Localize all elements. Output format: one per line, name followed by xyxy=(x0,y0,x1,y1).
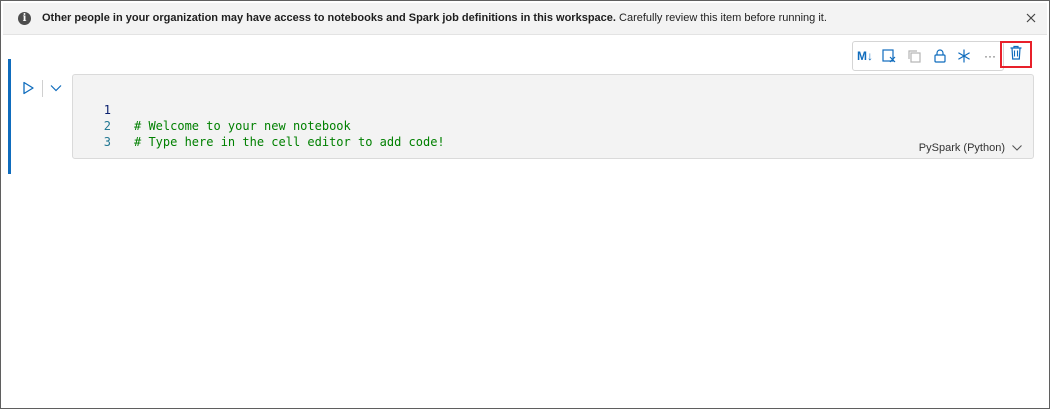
cell-toolbar-group: M↓ ··· xyxy=(852,41,1004,71)
markdown-toggle-icon[interactable]: M↓ xyxy=(856,47,874,65)
code-text[interactable]: # Welcome to your new notebook xyxy=(134,118,351,134)
chevron-down-icon xyxy=(1011,142,1023,154)
banner-message: Other people in your organization may ha… xyxy=(42,12,827,24)
more-label: ··· xyxy=(984,49,996,63)
language-label: PySpark (Python) xyxy=(918,142,1005,154)
copy-cell-icon[interactable] xyxy=(905,47,923,65)
banner-message-bold: Other people in your organization may ha… xyxy=(42,12,616,24)
info-icon: i xyxy=(18,12,31,25)
banner-message-rest: Carefully review this item before runnin… xyxy=(615,12,827,24)
notebook-frame: i Other people in your organization may … xyxy=(0,0,1050,409)
code-line: 3 xyxy=(73,118,131,149)
select-cell-icon[interactable] xyxy=(880,47,898,65)
run-cell-icon[interactable] xyxy=(21,81,35,95)
gutter-divider xyxy=(42,80,43,97)
lock-icon[interactable] xyxy=(931,47,949,65)
markdown-label: M↓ xyxy=(857,49,873,63)
code-line: 1 # Welcome to your new notebook xyxy=(73,86,351,133)
code-editor[interactable]: 1 # Welcome to your new notebook 2 # Typ… xyxy=(72,74,1034,159)
freeze-icon[interactable] xyxy=(955,47,973,65)
code-lines: 1 # Welcome to your new notebook 2 # Typ… xyxy=(73,86,445,149)
chevron-down-icon[interactable] xyxy=(49,81,63,95)
delete-icon xyxy=(1008,44,1024,66)
delete-cell-button[interactable] xyxy=(1000,41,1032,68)
warning-banner: i Other people in your organization may … xyxy=(3,3,1047,35)
code-line: 2 # Type here in the cell editor to add … xyxy=(73,102,445,149)
more-options-icon[interactable]: ··· xyxy=(981,47,999,65)
close-icon[interactable] xyxy=(1023,10,1039,26)
code-text[interactable]: # Type here in the cell editor to add co… xyxy=(134,134,445,150)
line-number: 3 xyxy=(103,135,111,149)
cell-active-indicator xyxy=(8,59,11,174)
language-selector[interactable]: PySpark (Python) xyxy=(919,142,1023,154)
